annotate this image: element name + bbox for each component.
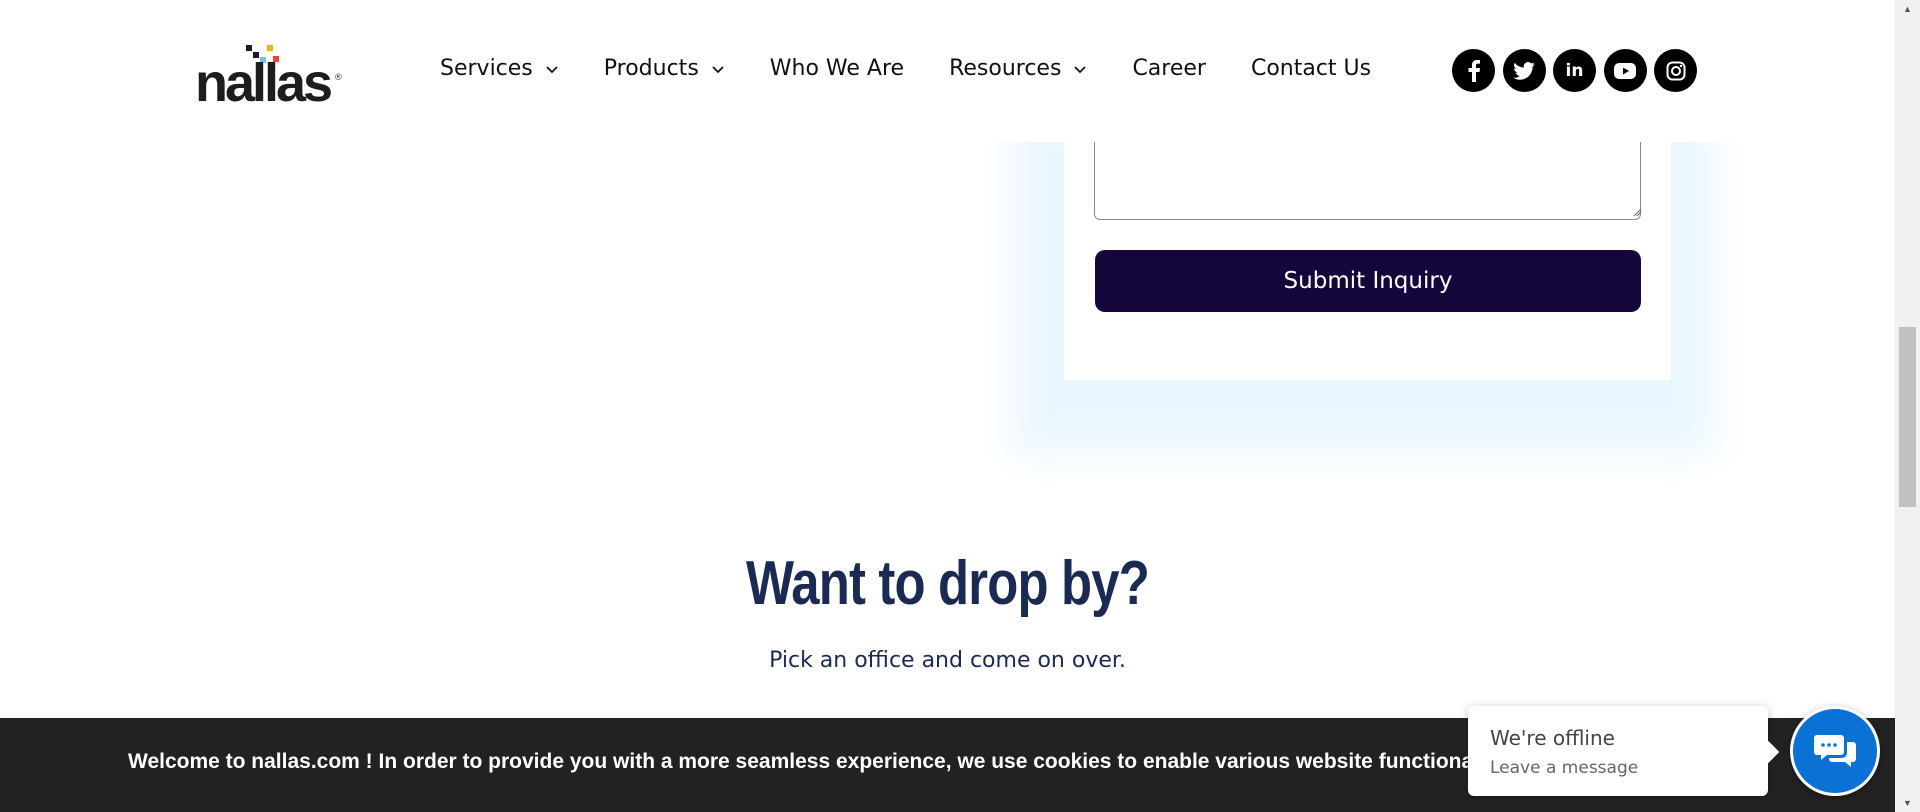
instagram-icon[interactable] [1654,49,1697,92]
twitter-icon[interactable] [1502,49,1546,92]
drop-by-subtitle: Pick an office and come on over. [769,648,1126,673]
contact-form-card: Submit Inquiry [1064,110,1671,380]
main-nav: Services Products Who We Are Resources C… [440,56,1416,81]
nav-item-services[interactable]: Services [440,56,559,81]
nallas-logo[interactable]: nallas ® [195,42,345,112]
chevron-down-icon [546,65,558,73]
logo-square-black [246,45,252,51]
chat-icon [1814,735,1856,767]
nav-item-label: Who We Are [769,56,905,81]
nav-item-products[interactable]: Products [604,56,725,81]
nav-item-career[interactable]: Career [1132,56,1206,81]
nav-item-label: Resources [949,56,1062,81]
linkedin-icon[interactable]: in [1553,49,1596,92]
chat-status: We're offline [1490,726,1615,750]
nav-item-label: Products [603,56,699,81]
chevron-down-icon [1074,65,1087,73]
cookie-text-wrap: Welcome to nallas.com ! In order to prov… [128,750,1525,774]
youtube-icon[interactable] [1603,49,1647,92]
nav-item-resources[interactable]: Resources [949,56,1087,81]
cookie-message: Welcome to nallas.com ! In order to prov… [128,750,1508,773]
chat-leave-message: Leave a message [1490,758,1639,778]
page-scrollbar[interactable]: ▲ ▼ [1895,0,1920,812]
resize-handle-icon[interactable] [1632,207,1642,217]
scroll-up-arrow-icon[interactable]: ▲ [1895,0,1920,18]
nav-item-label: Career [1132,56,1206,81]
nav-item-who-we-are[interactable]: Who We Are [770,56,904,81]
facebook-icon[interactable] [1452,49,1495,92]
nav-item-label: Services [440,56,533,81]
drop-by-heading: Want to drop by? [746,549,1150,618]
site-header: nallas ® Services Products Who We Are Re… [0,0,1895,142]
nav-item-label: Contact Us [1250,56,1372,81]
nav-item-contact-us[interactable]: Contact Us [1251,56,1371,81]
scrollbar-thumb[interactable] [1899,327,1916,507]
submit-inquiry-button[interactable]: Submit Inquiry [1095,250,1641,312]
linkedin-icon-glyph: in [1565,60,1584,81]
logo-square-yellow [267,45,273,51]
logo-wordmark: nallas [195,53,333,113]
logo-registered-mark: ® [335,72,342,82]
scroll-down-arrow-icon[interactable]: ▼ [1895,794,1920,812]
social-links: in [1452,49,1705,92]
chat-offline-bubble[interactable]: We're offline Leave a message [1468,706,1768,796]
chevron-down-icon [712,65,724,73]
chat-launcher-button[interactable] [1790,706,1880,796]
